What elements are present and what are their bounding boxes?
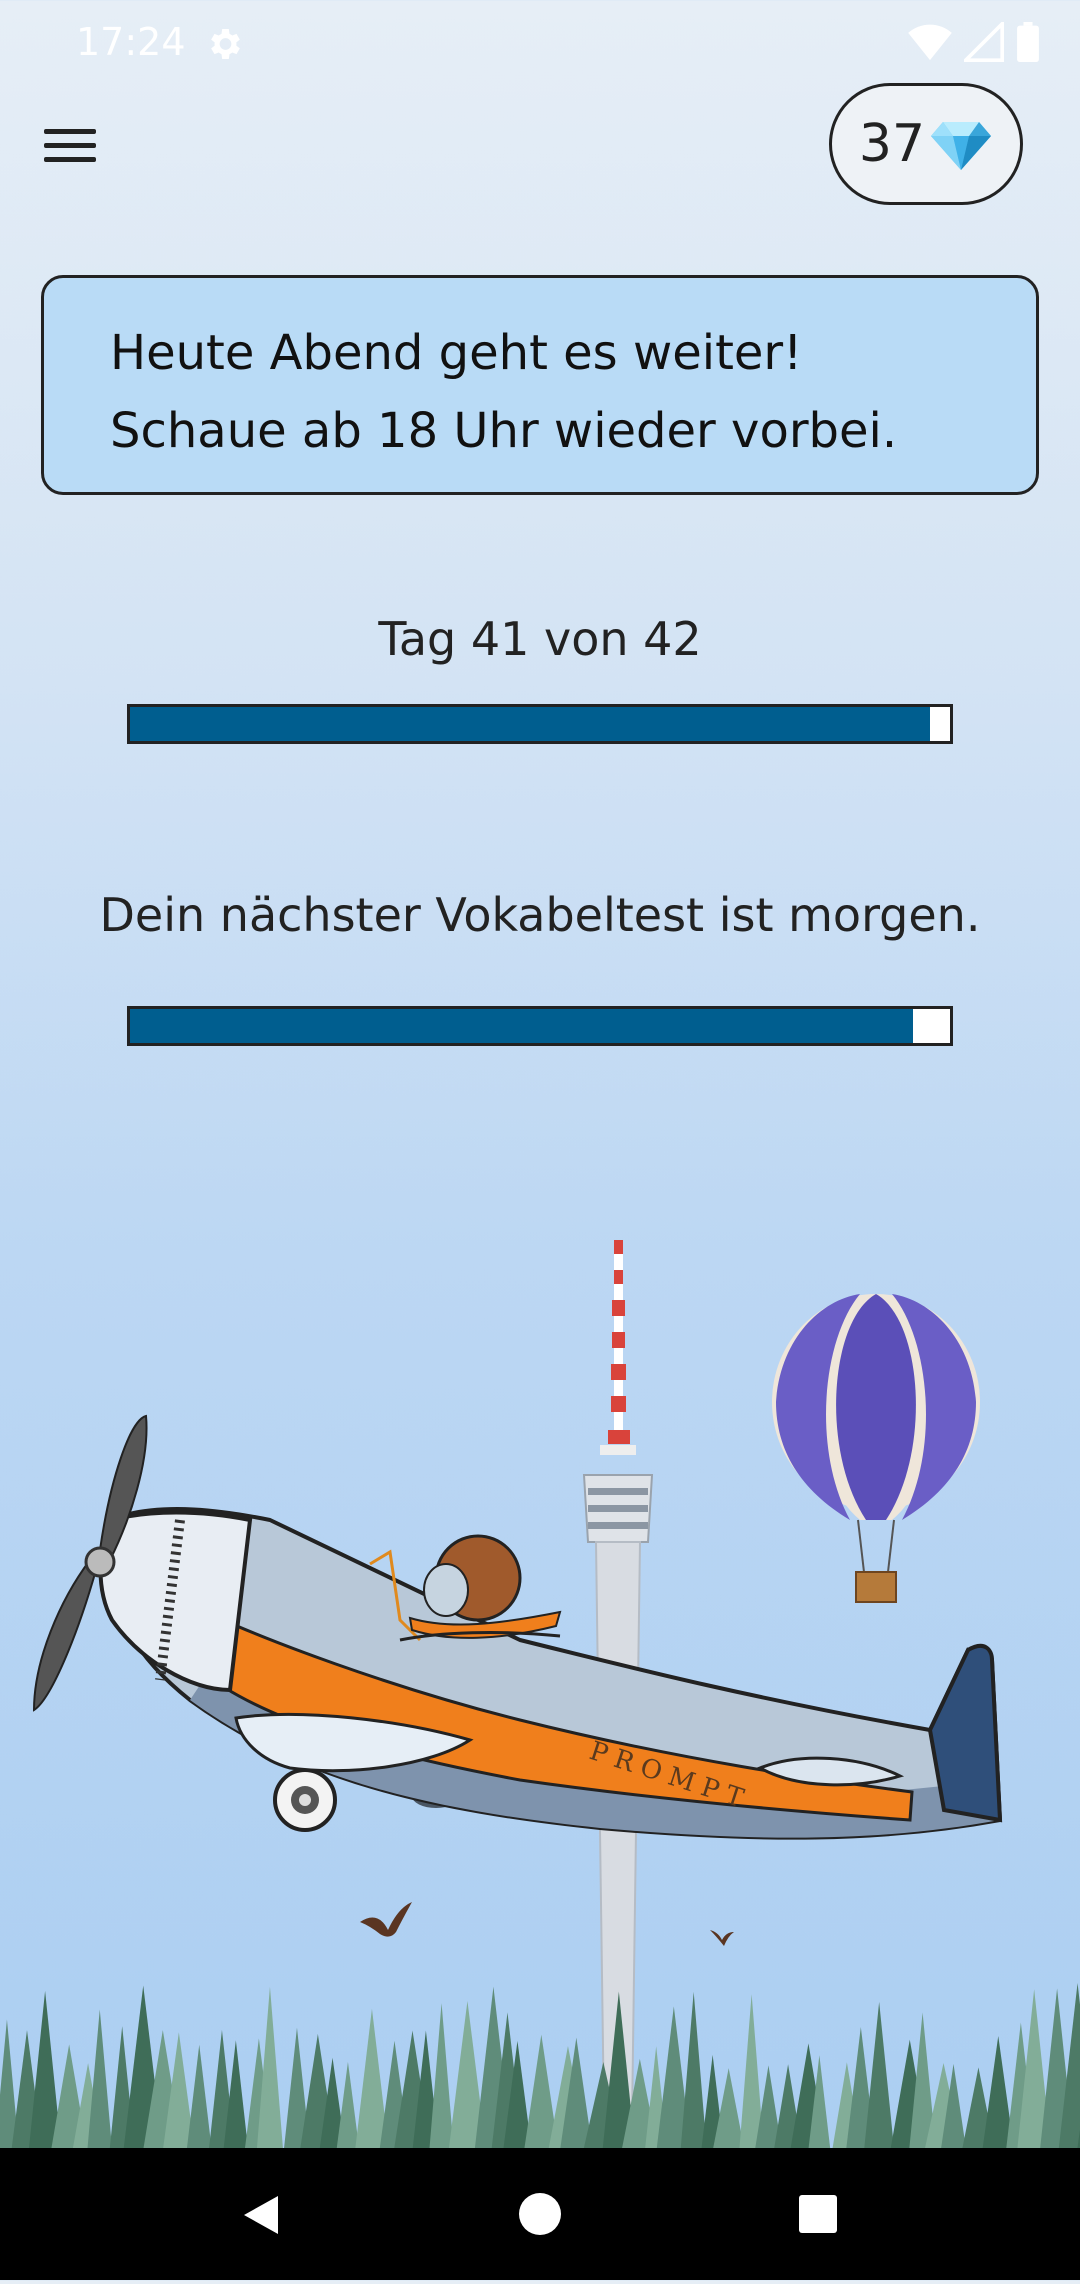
status-bar: 17:24 (0, 0, 1080, 90)
settings-icon (211, 29, 240, 59)
vocab-test-label: Dein nächster Vokabeltest ist morgen. (99, 888, 981, 942)
hamburger-menu-icon[interactable] (44, 120, 110, 178)
forest (0, 1982, 1080, 2150)
day-progress-fill (130, 707, 931, 741)
tree (87, 2009, 113, 2150)
wifi-icon (908, 24, 952, 61)
bird-left (360, 1902, 412, 1937)
signal-icon (964, 22, 1004, 62)
status-time: 17:24 (76, 20, 186, 64)
gems-count: 37 (858, 114, 926, 174)
day-progress-bar (127, 704, 953, 744)
battery-icon (1017, 22, 1039, 62)
tree (429, 2003, 454, 2150)
tree (186, 2044, 212, 2150)
home-icon[interactable] (480, 2148, 600, 2280)
bird-right (710, 1930, 734, 1946)
vocab-test-progress-bar (127, 1006, 953, 1046)
tree (336, 2061, 360, 2150)
back-icon[interactable] (200, 2148, 320, 2280)
tree (864, 2001, 895, 2150)
tree (680, 1991, 707, 2150)
day-progress-label: Tag 41 von 42 (378, 612, 702, 666)
vocab-test-progress-fill (130, 1009, 914, 1043)
gems-counter-button[interactable]: 37 (829, 83, 1023, 205)
illustration-scene: PROMPT (0, 1240, 1080, 2150)
hot-air-balloon (772, 1294, 980, 1603)
info-message-box: Heute Abend geht es weiter! Schaue ab 18… (41, 275, 1039, 495)
recents-icon[interactable] (758, 2148, 878, 2280)
navigation-bar (0, 2148, 1080, 2280)
info-message-text: Heute Abend geht es weiter! Schaue ab 18… (110, 325, 898, 459)
diamond-icon (931, 122, 992, 170)
